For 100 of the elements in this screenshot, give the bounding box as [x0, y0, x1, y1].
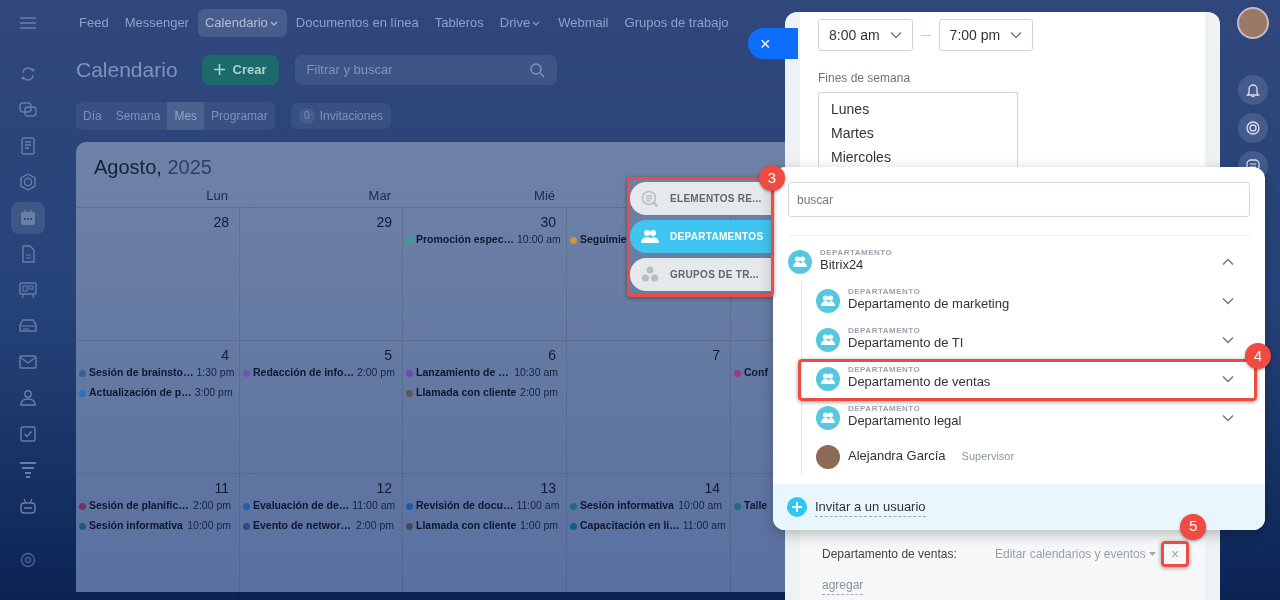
event-time: 11:00 am — [681, 518, 727, 534]
department-icon — [816, 288, 840, 313]
hexagon-icon — [18, 172, 38, 192]
nav-tab[interactable]: Webmail — [551, 9, 616, 37]
search-list-icon — [640, 189, 660, 208]
department-icon — [816, 366, 840, 391]
item-name[interactable]: Departamento de TI — [848, 335, 964, 352]
remove-button[interactable]: × — [1166, 545, 1185, 563]
permission-dropdown[interactable]: Editar calendarios y eventos — [995, 545, 1157, 563]
event-title[interactable]: Sesión informativa — [580, 498, 674, 514]
time-select[interactable]: 8:00 am — [818, 19, 913, 51]
search-icon — [528, 61, 545, 78]
listbox-option[interactable]: Lunes — [831, 97, 1005, 121]
item-name[interactable]: Departamento de marketing — [848, 296, 1010, 313]
item-type-label: DEPARTAMENTO — [848, 327, 922, 336]
funnel-icon — [18, 460, 38, 480]
date-number: 4 — [221, 347, 229, 363]
listbox-option[interactable]: Martes — [831, 121, 1005, 145]
view-tab[interactable]: Semana — [108, 101, 168, 130]
calendar-button[interactable] — [11, 202, 45, 234]
date-number: 7 — [712, 347, 720, 363]
nav-tab[interactable]: Messenger — [117, 9, 196, 37]
item-name[interactable]: Bitrix24 — [820, 257, 893, 274]
add-link[interactable]: agregar — [822, 578, 864, 595]
nav-tab[interactable]: Documentos en línea — [288, 9, 426, 37]
event-title[interactable]: Evaluación de de… — [253, 498, 350, 514]
item-name[interactable]: Alejandra García — [848, 448, 946, 465]
view-tab[interactable]: Día — [76, 101, 109, 130]
event-time: 11:00 am — [351, 498, 397, 514]
create-button[interactable]: Crear — [201, 55, 279, 85]
user-avatar — [816, 444, 840, 469]
time-select[interactable]: 7:00 pm — [938, 19, 1034, 51]
weekday-label: Mié — [534, 187, 555, 203]
event-time: 2:00 pm — [192, 498, 232, 514]
event-title[interactable]: Evento de networ… — [253, 518, 351, 534]
date-number: 13 — [540, 480, 556, 496]
event-title[interactable]: Sesión de planific… — [89, 498, 189, 514]
nav-tab[interactable]: Tableros — [427, 9, 491, 37]
notifications-button[interactable] — [1237, 75, 1268, 105]
avatar[interactable] — [1236, 7, 1269, 39]
target-button[interactable] — [1237, 113, 1268, 143]
item-type-label: DEPARTAMENTO — [848, 366, 922, 375]
whiteboard-icon — [18, 280, 38, 300]
nav-tab[interactable]: Feed — [72, 9, 116, 37]
page-title: Calendario — [76, 57, 178, 83]
event-title[interactable]: Seguimie — [580, 232, 627, 248]
event-title[interactable]: Llamada con cliente — [416, 518, 517, 534]
event-title[interactable]: Sesión informativa — [89, 518, 183, 534]
nav-tab[interactable]: Grupos de trabajo — [617, 9, 736, 37]
event-time: 1:00 pm — [519, 518, 559, 534]
event-time: 2:00 pm — [519, 385, 559, 401]
access-name: Departamento de ventas: — [822, 546, 958, 563]
search-field[interactable]: buscar — [788, 182, 1250, 217]
item-type-label: DEPARTAMENTO — [848, 288, 922, 297]
plus-icon — [213, 64, 225, 76]
nav-tab[interactable]: Drive — [492, 9, 550, 37]
mail-icon — [18, 352, 38, 372]
department-icon — [816, 327, 840, 352]
view-tab[interactable]: Mes — [167, 101, 205, 130]
date-number: 14 — [704, 480, 720, 496]
event-title[interactable]: Lanzamiento de … — [416, 365, 509, 381]
field-label: Fines de semana — [818, 70, 912, 87]
invite-link[interactable]: Invitar a un usuario — [815, 496, 926, 518]
calendar-icon — [18, 208, 38, 228]
chevron-down-icon — [889, 31, 902, 39]
menu-icon[interactable] — [19, 16, 37, 30]
date-number: 29 — [376, 214, 392, 230]
event-title[interactable]: Actualización de p… — [89, 385, 192, 401]
event-title[interactable]: Redacción de info… — [253, 365, 354, 381]
selector-tab[interactable]: DEPARTAMENTOS — [630, 220, 773, 253]
date-number: 30 — [540, 214, 556, 230]
bell-icon — [1244, 82, 1261, 98]
listbox-option[interactable]: Miercoles — [831, 145, 1005, 167]
user-role: Supervisor — [961, 449, 1015, 465]
view-tab[interactable]: Programar — [204, 101, 275, 130]
selector-tab[interactable]: ELEMENTOS RE... — [630, 182, 773, 215]
spiral-icon — [1244, 120, 1261, 136]
chevron-down-icon — [1222, 375, 1234, 384]
event-title[interactable]: Talle — [744, 498, 768, 514]
event-title[interactable]: Capacitación en li… — [580, 518, 680, 534]
people-icon — [18, 388, 38, 408]
month-title: Agosto, 2025 — [93, 154, 213, 180]
item-name[interactable]: Departamento de ventas — [848, 374, 991, 391]
event-title[interactable]: Revisión de docu… — [416, 498, 514, 514]
event-title[interactable]: Promoción espec… — [416, 232, 515, 248]
circles-icon — [640, 265, 660, 284]
nav-tab[interactable]: Calendario — [197, 9, 287, 37]
event-time: 3:00 pm — [193, 385, 234, 401]
date-number: 5 — [384, 347, 392, 363]
chat-icon — [18, 100, 38, 120]
event-title[interactable]: Sesión de brainsto… — [89, 365, 194, 381]
checkbox-icon — [18, 424, 38, 444]
newspaper-icon — [18, 136, 38, 156]
item-name[interactable]: Departamento legal — [848, 413, 962, 430]
event-title[interactable]: Conf — [744, 365, 768, 381]
settings-icon — [18, 550, 38, 570]
close-button[interactable]: × — [748, 28, 798, 59]
event-title[interactable]: Llamada con cliente — [416, 385, 517, 401]
item-type-label: DEPARTAMENTO — [848, 405, 922, 414]
selector-tab[interactable]: GRUPOS DE TR... — [630, 258, 773, 291]
